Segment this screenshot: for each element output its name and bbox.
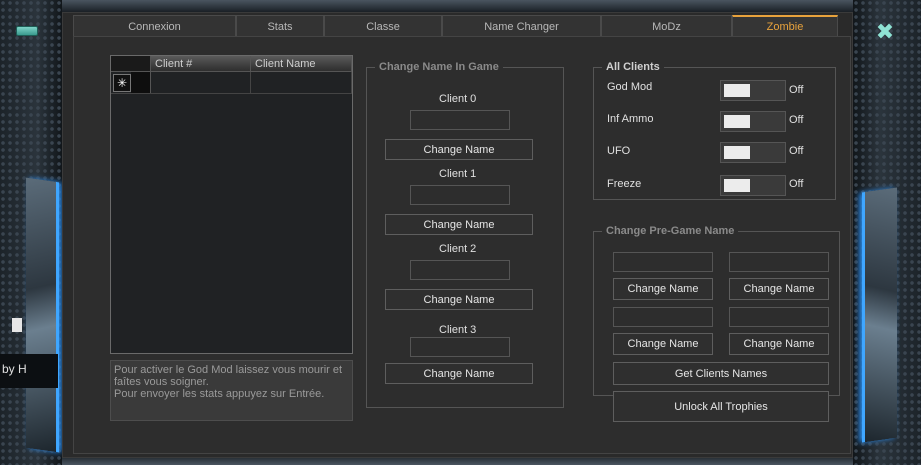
client-3-label: Client 3 [439,324,477,336]
client-2-label: Client 2 [439,243,477,255]
client-3-name-input[interactable] [410,337,510,357]
info-line-2: faîtes vous soigner. [114,376,209,388]
tab-name-changer[interactable]: Name Changer [442,15,601,37]
cell-client-name[interactable] [251,72,352,93]
row-header: ✳ [111,72,151,93]
tab-zombie[interactable]: Zombie [732,15,838,37]
pregame-name-input-1[interactable] [613,252,713,272]
new-row[interactable]: ✳ [111,72,352,94]
tab-bar: Connexion Stats Classe Name Changer MoDz… [73,15,838,37]
new-row-asterisk-icon: ✳ [113,73,131,92]
group-title-change-pre-game-name: Change Pre-Game Name [602,224,739,238]
client-0-change-name-button[interactable]: Change Name [385,139,533,160]
tab-connexion[interactable]: Connexion [73,15,236,37]
info-line-3: Pour envoyer les stats appuyez sur Entré… [114,388,325,400]
god-mod-label: God Mod [607,81,653,93]
close-icon[interactable]: ✖ [874,22,896,44]
client-1-label: Client 1 [439,168,477,180]
pregame-change-name-button-2[interactable]: Change Name [729,278,829,300]
column-client-name[interactable]: Client Name [251,56,352,71]
toggle-knob [724,146,750,159]
unlock-all-trophies-button[interactable]: Unlock All Trophies [613,391,829,422]
frame-left-decoration [0,0,62,465]
toggle-knob [724,179,750,192]
column-client-number[interactable]: Client # [151,56,251,71]
info-textbox: Pour activer le God Mod laissez vous mou… [110,360,353,421]
change-pre-game-name-group: Change Pre-Game Name Change Name Change … [593,224,840,396]
background-window-fragment [12,318,22,332]
header-corner [111,56,151,71]
client-list-grid[interactable]: Client # Client Name ✳ [110,55,353,354]
pregame-name-input-4[interactable] [729,307,829,327]
zombie-tab-panel: Client # Client Name ✳ Pour activer le G… [73,36,851,454]
inf-ammo-label: Inf Ammo [607,113,654,125]
toggle-knob [724,115,750,128]
freeze-label: Freeze [607,178,642,190]
inf-ammo-toggle[interactable] [720,111,786,132]
god-mod-state: Off [789,84,804,96]
inf-ammo-state: Off [789,114,804,126]
client-0-label: Client 0 [439,93,477,105]
info-line-1: Pour activer le God Mod laissez vous mou… [114,364,343,376]
freeze-state: Off [789,178,804,190]
frame-right-decoration [853,0,921,465]
ufo-label: UFO [607,145,631,157]
tab-stats[interactable]: Stats [236,15,324,37]
background-author-label: by H [0,354,58,388]
tab-classe[interactable]: Classe [324,15,442,37]
pregame-name-input-2[interactable] [729,252,829,272]
client-1-change-name-button[interactable]: Change Name [385,214,533,235]
main-window: Connexion Stats Classe Name Changer MoDz… [62,12,853,458]
ufo-toggle[interactable] [720,142,786,163]
pregame-change-name-button-3[interactable]: Change Name [613,333,713,355]
minimize-icon[interactable] [16,26,38,36]
pregame-change-name-button-1[interactable]: Change Name [613,278,713,300]
group-title-all-clients: All Clients [602,60,664,74]
client-2-change-name-button[interactable]: Change Name [385,289,533,310]
client-list-header: Client # Client Name [111,56,352,72]
pregame-change-name-button-4[interactable]: Change Name [729,333,829,355]
group-title-change-name-in-game: Change Name In Game [375,60,503,74]
row-header-fill [131,72,150,93]
frame-top [40,0,880,12]
cell-client-number[interactable] [151,72,251,93]
toggle-knob [724,84,750,97]
ufo-state: Off [789,145,804,157]
client-2-name-input[interactable] [410,260,510,280]
freeze-toggle[interactable] [720,175,786,196]
get-clients-names-button[interactable]: Get Clients Names [613,362,829,385]
tab-modz[interactable]: MoDz [601,15,732,37]
client-3-change-name-button[interactable]: Change Name [385,363,533,384]
god-mod-toggle[interactable] [720,80,786,101]
client-0-name-input[interactable] [410,110,510,130]
change-name-in-game-group: Change Name In Game Client 0 Change Name… [366,60,564,408]
pregame-name-input-3[interactable] [613,307,713,327]
client-1-name-input[interactable] [410,185,510,205]
all-clients-group: All Clients God Mod Off Inf Ammo Off UFO… [593,60,836,200]
